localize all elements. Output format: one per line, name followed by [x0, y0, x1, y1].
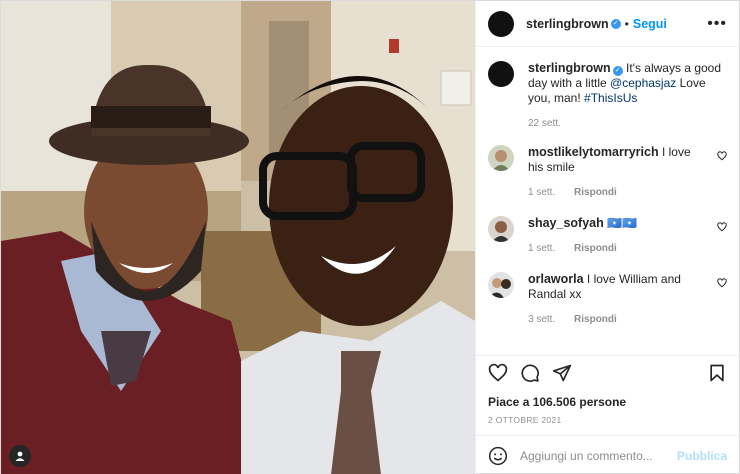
paper-plane-icon[interactable]: [552, 363, 572, 383]
caption-hashtag[interactable]: #ThisIsUs: [584, 91, 637, 105]
comment-username[interactable]: shay_sofyah: [528, 216, 604, 230]
comment-text: 🇸🇴🇸🇴: [607, 216, 637, 230]
caption: sterlingbrown ✓ It's always a good day wi…: [488, 61, 727, 131]
heart-icon[interactable]: [717, 151, 727, 161]
avatar[interactable]: [488, 10, 514, 37]
comment-time[interactable]: 1 sett.: [528, 187, 555, 198]
post-header: sterlingbrown ✓ • Segui •••: [476, 1, 739, 47]
comment-time[interactable]: 1 sett.: [528, 243, 555, 254]
more-options-icon[interactable]: •••: [707, 15, 727, 33]
heart-icon[interactable]: [717, 222, 727, 232]
comment-time[interactable]: 3 sett.: [528, 314, 555, 325]
user-tag-icon: [15, 451, 25, 461]
comment-avatar[interactable]: [488, 216, 514, 242]
author-username[interactable]: sterlingbrown: [526, 17, 609, 31]
caption-username[interactable]: sterlingbrown: [528, 61, 611, 75]
post-actions: [476, 355, 739, 389]
heart-icon[interactable]: [717, 278, 727, 288]
caption-mention[interactable]: @cephasjaz: [610, 76, 676, 90]
comment-item: shay_sofyah 🇸🇴🇸🇴 1 sett. Rispondi: [488, 216, 727, 256]
caption-time[interactable]: 22 sett.: [528, 118, 561, 129]
comment-item: mostlikelytomarryrich I love his smile 1…: [488, 145, 727, 200]
verified-badge-icon: ✓: [610, 18, 621, 29]
reply-button[interactable]: Rispondi: [574, 187, 617, 198]
post-author: sterlingbrown ✓ • Segui: [526, 17, 667, 31]
comment-avatar[interactable]: [488, 145, 514, 171]
separator-dot: •: [624, 16, 629, 31]
post-side-panel: sterlingbrown ✓ • Segui ••• sterlingbrow…: [475, 1, 739, 474]
heart-icon[interactable]: [488, 363, 508, 383]
post-date[interactable]: 2 OTTOBRE 2021: [476, 411, 739, 435]
smiley-icon[interactable]: [488, 446, 508, 466]
comment-input[interactable]: [520, 448, 677, 463]
reply-button[interactable]: Rispondi: [574, 243, 617, 254]
comment-avatar[interactable]: [488, 272, 514, 298]
selfie-photo-illustration: [1, 1, 475, 474]
like-count[interactable]: Piace a 106.506 persone: [476, 389, 739, 411]
user-tag-button[interactable]: [9, 445, 31, 467]
publish-button[interactable]: Pubblica: [677, 449, 727, 463]
comment-item: orlaworla I love William and Randal xx 3…: [488, 272, 727, 327]
post-photo[interactable]: [1, 1, 475, 474]
caption-avatar[interactable]: [488, 61, 514, 87]
comment-composer: Pubblica: [476, 435, 739, 474]
bookmark-icon[interactable]: [707, 363, 727, 383]
comment-bubble-icon[interactable]: [520, 363, 540, 383]
reply-button[interactable]: Rispondi: [574, 314, 617, 325]
verified-badge-icon: ✓: [612, 66, 623, 76]
follow-button[interactable]: Segui: [633, 17, 667, 31]
comments-list: sterlingbrown ✓ It's always a good day wi…: [476, 47, 739, 355]
instagram-post: sterlingbrown ✓ • Segui ••• sterlingbrow…: [0, 0, 740, 474]
comment-username[interactable]: mostlikelytomarryrich: [528, 145, 659, 159]
comment-username[interactable]: orlaworla: [528, 272, 584, 286]
